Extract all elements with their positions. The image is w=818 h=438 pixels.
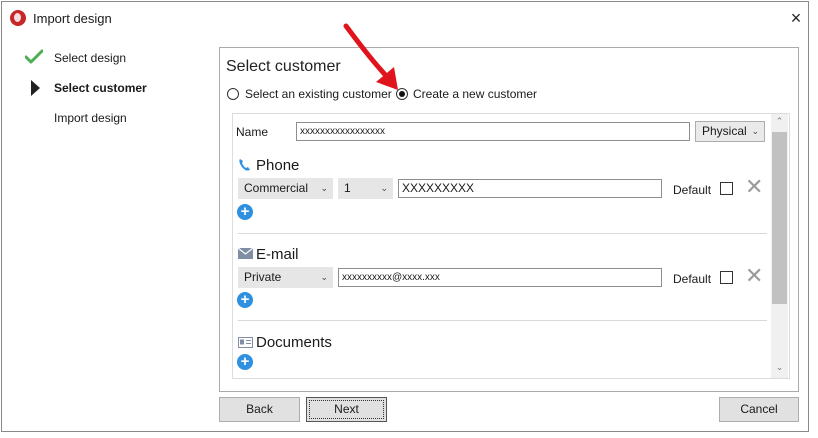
phone-number-input[interactable]: XXXXXXXXX — [398, 179, 662, 198]
envelope-icon — [238, 248, 253, 259]
scroll-down-icon[interactable]: ⌄ — [771, 362, 788, 373]
phone-default-checkbox[interactable] — [720, 182, 733, 195]
documents-section-title: Documents — [256, 334, 332, 351]
add-phone-icon[interactable]: + — [237, 204, 253, 220]
chevron-down-icon: ⌄ — [380, 183, 388, 193]
cancel-button[interactable]: Cancel — [719, 397, 799, 422]
name-label: Name — [236, 125, 269, 139]
scrollbar-thumb[interactable] — [772, 132, 787, 304]
close-button[interactable]: × — [783, 5, 809, 31]
phone-type-select[interactable]: Commercial ⌄ — [238, 178, 333, 199]
scroll-up-icon[interactable]: ⌃ — [771, 116, 788, 127]
name-type-value: Physical — [702, 124, 747, 138]
phone-index-select[interactable]: 1 ⌄ — [338, 178, 393, 199]
add-document-icon[interactable]: + — [237, 354, 253, 370]
chevron-down-icon: ⌄ — [320, 272, 328, 282]
annotation-arrow-icon — [343, 23, 398, 90]
phone-section-title: Phone — [256, 157, 300, 174]
phone-index-value: 1 — [344, 181, 351, 195]
back-button[interactable]: Back — [219, 397, 300, 422]
chevron-down-icon: ⌄ — [751, 126, 759, 136]
name-type-select[interactable]: Physical ⌄ — [695, 121, 765, 142]
step-select-design: Select design — [54, 51, 127, 65]
name-input[interactable]: xxxxxxxxxxxxxxxxx — [296, 122, 690, 141]
phone-default-label: Default — [673, 183, 712, 197]
email-default-checkbox[interactable] — [720, 271, 733, 284]
email-input[interactable]: xxxxxxxxxx@xxxx.xxx — [338, 268, 662, 287]
radio-existing-customer[interactable] — [227, 88, 239, 100]
phone-icon — [239, 159, 250, 171]
step-import-design: Import design — [54, 111, 127, 125]
email-type-select[interactable]: Private ⌄ — [238, 267, 333, 288]
chevron-down-icon: ⌄ — [320, 183, 328, 193]
next-button[interactable]: Next — [306, 397, 387, 422]
step-select-customer: Select customer — [54, 81, 147, 95]
id-card-icon — [238, 337, 253, 348]
add-email-icon[interactable]: + — [237, 292, 253, 308]
divider — [238, 233, 767, 234]
play-arrow-icon — [31, 80, 40, 96]
divider — [238, 320, 767, 321]
radio-new-label[interactable]: Create a new customer — [413, 87, 537, 101]
phone-type-value: Commercial — [244, 181, 309, 195]
email-delete-icon[interactable]: ✕ — [745, 265, 763, 287]
email-default-label: Default — [673, 272, 712, 286]
window-title: Import design — [33, 11, 112, 26]
app-logo-icon — [10, 10, 26, 26]
email-type-value: Private — [244, 270, 282, 284]
checkmark-icon — [25, 49, 43, 64]
panel-title: Select customer — [226, 58, 341, 75]
email-section-title: E-mail — [256, 246, 299, 263]
phone-delete-icon[interactable]: ✕ — [745, 176, 763, 198]
